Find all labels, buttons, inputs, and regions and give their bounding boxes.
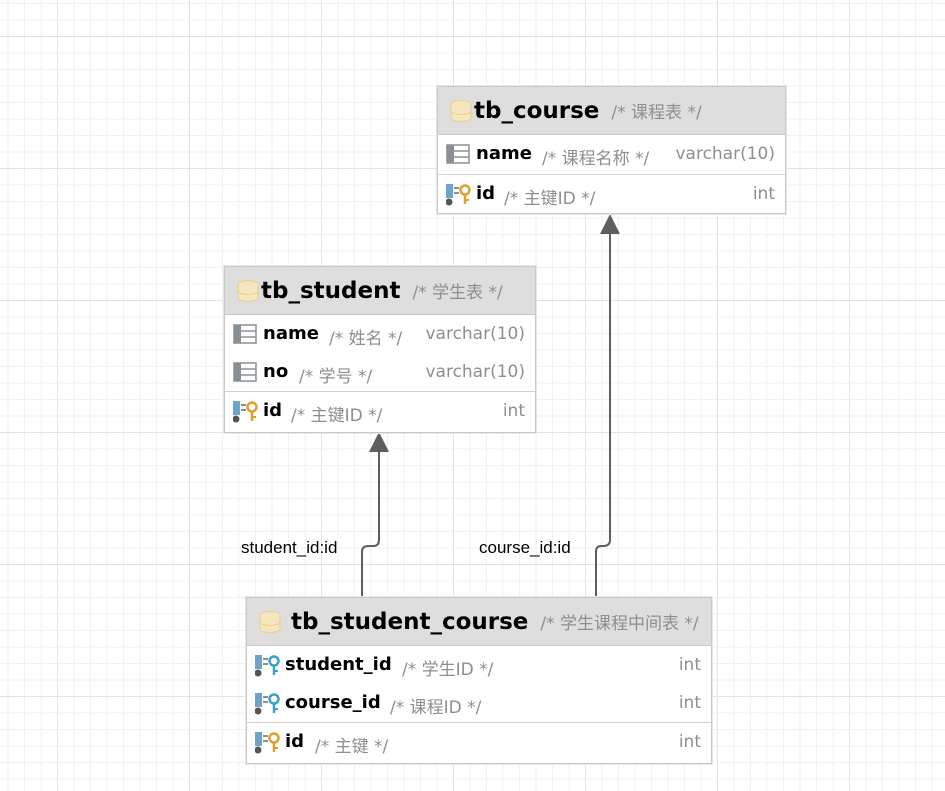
column-icon [446, 144, 470, 169]
column-row[interactable]: student_id /* 学生ID */ int [247, 646, 711, 684]
column-comment: /* 主键ID */ [504, 189, 596, 209]
table-comment: /* 学生表 */ [412, 283, 503, 303]
column-icon [233, 324, 257, 349]
column-type: int [678, 732, 701, 752]
table-header[interactable]: tb_student /* 学生表 */ [225, 267, 535, 315]
column-comment: /* 学生ID */ [402, 660, 494, 680]
table-icon [236, 279, 260, 307]
table-header[interactable]: tb_student_course /* 学生课程中间表 */ [247, 598, 711, 646]
column-type: int [678, 655, 701, 675]
column-name: no [263, 361, 289, 382]
foreign-key-icon [254, 693, 281, 720]
table-student[interactable]: tb_student /* 学生表 */ name /* 姓名 */ varch… [224, 266, 536, 433]
arrowhead-student [369, 432, 389, 452]
edge-course-id [595, 228, 611, 597]
column-type: int [752, 184, 775, 204]
column-comment: /* 课程名称 */ [542, 149, 650, 169]
column-name: name [476, 143, 532, 164]
column-type: varchar(10) [425, 324, 525, 344]
column-comment: /* 姓名 */ [329, 329, 403, 349]
column-row[interactable]: no /* 学号 */ varchar(10) [225, 353, 535, 391]
table-name: tb_student [261, 277, 401, 304]
primary-key-icon [254, 732, 281, 759]
table-comment: /* 学生课程中间表 */ [540, 614, 699, 634]
column-name: id [285, 731, 305, 752]
table-name: tb_course [474, 97, 600, 124]
table-name: tb_student_course [291, 608, 529, 635]
column-row[interactable]: course_id /* 课程ID */ int [247, 684, 711, 722]
column-type: int [502, 401, 525, 421]
column-row[interactable]: name /* 姓名 */ varchar(10) [225, 315, 535, 353]
relation-label-course: course_id:id [479, 538, 571, 557]
table-course[interactable]: tb_course /* 课程表 */ name /* 课程名称 */ varc… [437, 86, 786, 214]
column-comment: /* 学号 */ [299, 367, 373, 387]
column-row[interactable]: id /* 主键ID */ int [225, 392, 535, 430]
table-comment: /* 课程表 */ [611, 103, 702, 123]
column-name: student_id [285, 654, 392, 675]
edge-student-id [361, 446, 380, 597]
column-row[interactable]: name /* 课程名称 */ varchar(10) [438, 135, 785, 174]
column-name: name [263, 323, 319, 344]
column-name: id [476, 183, 496, 204]
relation-label-student: student_id:id [241, 538, 338, 557]
column-row[interactable]: id /* 主键 */ int [247, 723, 711, 761]
primary-key-icon [232, 401, 259, 428]
column-type: int [678, 693, 701, 713]
table-student-course[interactable]: tb_student_course /* 学生课程中间表 */ student_… [246, 597, 712, 764]
column-name: id [263, 400, 283, 421]
column-row[interactable]: id /* 主键ID */ int [438, 175, 785, 214]
column-icon [233, 362, 257, 387]
column-type: varchar(10) [675, 144, 775, 164]
arrowhead-course [600, 214, 620, 234]
table-icon [449, 99, 473, 127]
column-comment: /* 主键ID */ [291, 406, 383, 426]
foreign-key-icon [254, 655, 281, 682]
table-header[interactable]: tb_course /* 课程表 */ [438, 87, 785, 135]
column-type: varchar(10) [425, 362, 525, 382]
column-name: course_id [285, 692, 381, 713]
column-comment: /* 课程ID */ [390, 698, 482, 718]
table-icon [258, 610, 282, 638]
primary-key-icon [445, 184, 472, 211]
column-comment: /* 主键 */ [315, 737, 389, 757]
